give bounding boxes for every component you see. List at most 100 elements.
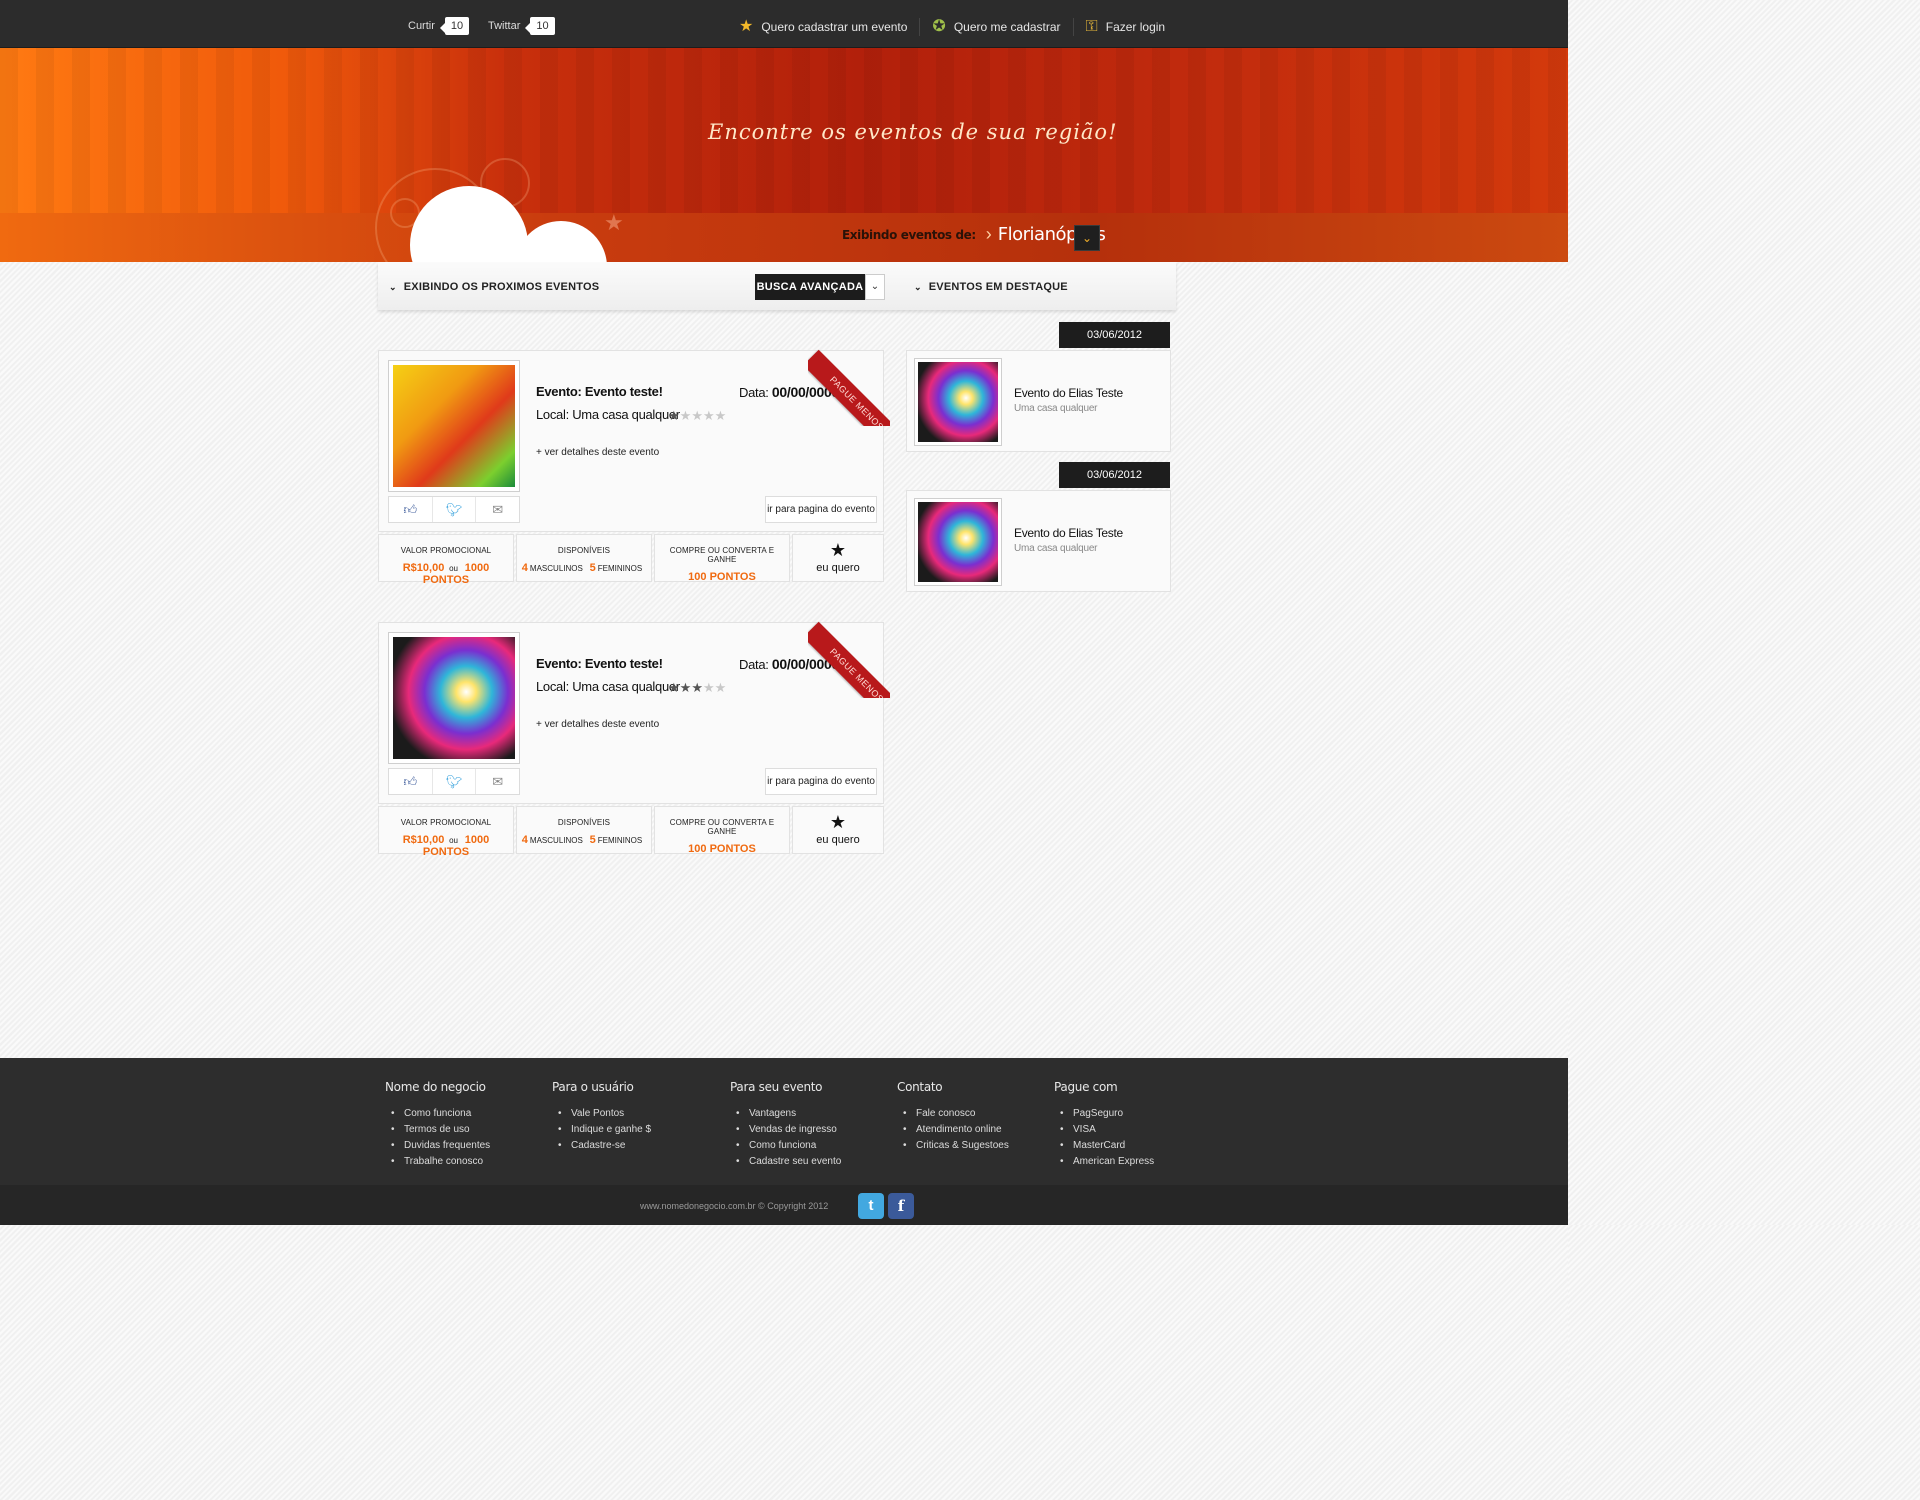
male-count: 4 (521, 834, 528, 846)
footer-link[interactable]: American Express (1054, 1154, 1154, 1170)
curtir-widget[interactable]: Curtir 10 (408, 17, 470, 35)
login-label[interactable]: Fazer login (1106, 20, 1165, 34)
star-icon: ★ (739, 18, 754, 35)
featured-image (918, 502, 998, 582)
register-user-label[interactable]: Quero me cadastrar (954, 20, 1061, 34)
rating-stars[interactable]: ★★★★★ (668, 680, 726, 696)
event-name: Evento: Evento teste! (536, 656, 663, 671)
footer-link[interactable]: VISA (1054, 1122, 1154, 1138)
availability-caption: DISPONÍVEIS (557, 546, 611, 555)
event-details-link[interactable]: + ver detalhes deste evento (536, 719, 659, 730)
footer-link[interactable]: Trabalhe conosco (385, 1154, 490, 1170)
footer-link[interactable]: Termos de uso (385, 1122, 490, 1138)
location-label: Exibindo eventos de: (842, 227, 976, 242)
footer-link[interactable]: Cadastre seu evento (730, 1154, 841, 1170)
earn-points-box: COMPRE OU CONVERTA E GANHE 100 PONTOS (654, 806, 790, 855)
register-event-link[interactable]: ★ Quero cadastrar um evento (739, 19, 907, 35)
email-icon[interactable]: ✉ (476, 769, 519, 794)
event-card-footer: VALOR PROMOCIONAL R$10,00 ou 1000 PONTOS… (378, 534, 884, 586)
footer-link[interactable]: Fale conosco (897, 1106, 1009, 1122)
footer-link[interactable]: Duvidas frequentes (385, 1138, 490, 1154)
or-label: ou (449, 836, 458, 845)
featured-event-name[interactable]: Evento do Elias Teste (1014, 386, 1123, 400)
event-details-link[interactable]: + ver detalhes deste evento (536, 447, 659, 458)
login-link[interactable]: ⚿ Fazer login (1086, 19, 1166, 35)
star-empty-icon[interactable]: ★ (715, 408, 727, 423)
rating-stars[interactable]: ★★★★★ (668, 408, 726, 424)
star-empty-icon[interactable]: ★ (703, 680, 715, 695)
promo-value: R$10,00 ou 1000 PONTOS (379, 562, 513, 586)
footer-link[interactable]: Vantagens (730, 1106, 841, 1122)
female-count: 5 (589, 562, 596, 574)
event-card: 👍︎ 🐦︎ ✉ Evento: Evento teste! Local: Uma… (378, 621, 890, 858)
male-count: 4 (521, 562, 528, 574)
want-button[interactable]: ★ eu quero (792, 806, 884, 854)
twitter-icon[interactable]: t (858, 1193, 884, 1219)
footer-link[interactable]: Atendimento online (897, 1122, 1009, 1138)
featured-thumbnail[interactable] (914, 358, 1002, 446)
star-empty-icon[interactable]: ★ (715, 680, 727, 695)
like-icon[interactable]: 👍︎ (389, 769, 433, 794)
featured-event-card[interactable]: Evento do Elias Teste Uma casa qualquer (906, 350, 1171, 452)
twitter-icon[interactable]: 🐦︎ (433, 769, 477, 794)
register-event-label[interactable]: Quero cadastrar um evento (761, 20, 907, 34)
footer-link[interactable]: Como funciona (385, 1106, 490, 1122)
footer-link[interactable]: Como funciona (730, 1138, 841, 1154)
event-card: 👍︎ 🐦︎ ✉ Evento: Evento teste! Local: Uma… (378, 349, 890, 586)
star-filled-icon[interactable]: ★ (668, 680, 680, 695)
promo-value: R$10,00 ou 1000 PONTOS (379, 834, 513, 858)
footer-link[interactable]: Criticas & Sugestoes (897, 1138, 1009, 1154)
event-thumbnail[interactable] (388, 632, 520, 764)
event-location: Local: Uma casa qualquer (536, 679, 680, 694)
facebook-icon[interactable]: f (888, 1193, 914, 1219)
featured-thumbnail[interactable] (914, 498, 1002, 586)
chevron-right-icon: › (985, 224, 992, 244)
footer-link[interactable]: Vendas de ingresso (730, 1122, 841, 1138)
chevron-down-icon[interactable]: ⌄ (1074, 225, 1100, 251)
star-filled-icon[interactable]: ★ (691, 680, 703, 695)
twittar-label[interactable]: Twittar (488, 20, 520, 32)
earn-points: 100 PONTOS (688, 571, 756, 583)
twittar-widget[interactable]: Twittar 10 (488, 17, 555, 35)
event-page-button[interactable]: ir para pagina do evento (765, 496, 877, 523)
footer-column: Para o usuário Vale Pontos Indique e gan… (552, 1080, 651, 1154)
footer-link[interactable]: Indique e ganhe $ (552, 1122, 651, 1138)
earn-caption: COMPRE OU CONVERTA E GANHE (669, 818, 775, 836)
email-icon[interactable]: ✉ (476, 497, 519, 522)
footer-link[interactable]: Cadastre-se (552, 1138, 651, 1154)
star-filled-icon[interactable]: ★ (668, 408, 680, 423)
register-user-link[interactable]: ✪ Quero me cadastrar (932, 19, 1060, 35)
or-label: ou (449, 564, 458, 573)
event-date-label: Data: (739, 657, 769, 672)
star-empty-icon[interactable]: ★ (703, 408, 715, 423)
footer-link[interactable]: PagSeguro (1054, 1106, 1154, 1122)
featured-date-tag: 03/06/2012 (1059, 462, 1170, 488)
star-empty-icon[interactable]: ★ (691, 408, 703, 423)
event-page-button[interactable]: ir para pagina do evento (765, 768, 877, 795)
curtir-label[interactable]: Curtir (408, 20, 435, 32)
availability-box: DISPONÍVEIS 4 MASCULINOS 5 FEMININOS (516, 806, 652, 854)
event-thumbnail[interactable] (388, 360, 520, 492)
star-filled-icon[interactable]: ★ (680, 680, 692, 695)
promo-caption: VALOR PROMOCIONAL (400, 818, 492, 827)
female-label: FEMININOS (597, 564, 643, 573)
featured-event-card[interactable]: Evento do Elias Teste Uma casa qualquer (906, 490, 1171, 592)
promo-price-box: VALOR PROMOCIONAL R$10,00 ou 1000 PONTOS (378, 534, 514, 586)
advanced-search-dropdown-icon[interactable]: ⌄ (865, 274, 885, 300)
earn-caption: COMPRE OU CONVERTA E GANHE (669, 546, 775, 564)
footer-link[interactable]: Vale Pontos (552, 1106, 651, 1122)
event-poster-image (393, 637, 515, 759)
star-empty-icon[interactable]: ★ (680, 408, 692, 423)
location-selector[interactable]: Exibindo eventos de: › Florianópolis ⌄ (842, 224, 1106, 251)
share-row: 👍︎ 🐦︎ ✉ (388, 496, 520, 523)
featured-event-name[interactable]: Evento do Elias Teste (1014, 526, 1123, 540)
want-button[interactable]: ★ eu quero (792, 534, 884, 582)
like-icon[interactable]: 👍︎ (389, 497, 433, 522)
want-label[interactable]: eu quero (793, 834, 883, 846)
advanced-search-button[interactable]: BUSCA AVANÇADA (755, 274, 865, 300)
footer-link[interactable]: MasterCard (1054, 1138, 1154, 1154)
want-label[interactable]: eu quero (793, 562, 883, 574)
earn-points-box: COMPRE OU CONVERTA E GANHE 100 PONTOS (654, 534, 790, 583)
featured-event-location: Uma casa qualquer (1014, 543, 1098, 554)
twitter-icon[interactable]: 🐦︎ (433, 497, 477, 522)
